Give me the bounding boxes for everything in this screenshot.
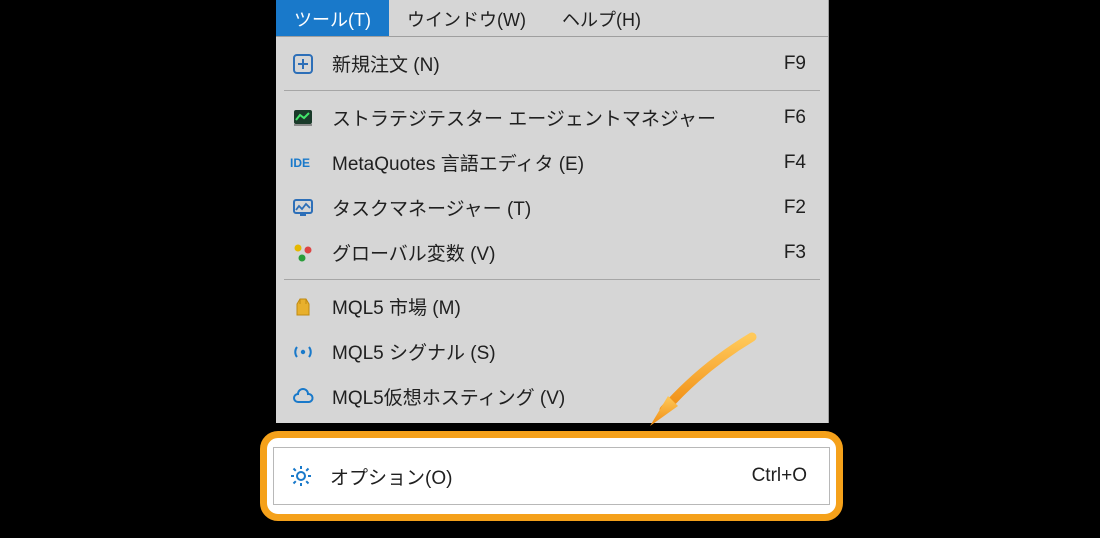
menubar-item-tools[interactable]: ツール(T): [276, 0, 389, 36]
menu-item-label: MQL5 シグナル (S): [332, 338, 758, 365]
menu-item-shortcut: F3: [758, 242, 806, 264]
tools-dropdown: 新規注文 (N) F9 ストラテジテスター エージェントマネジャー F6 IDE…: [276, 37, 828, 423]
menubar-item-window[interactable]: ウインドウ(W): [389, 0, 544, 36]
menu-item-mql5-hosting[interactable]: MQL5仮想ホスティング (V): [276, 374, 828, 419]
menu-item-label: グローバル変数 (V): [332, 239, 758, 266]
menubar: ツール(T) ウインドウ(W) ヘルプ(H): [276, 0, 828, 37]
menubar-label: ウインドウ(W): [407, 10, 526, 30]
cloud-icon: [290, 384, 316, 410]
menubar-label: ヘルプ(H): [562, 10, 641, 30]
menu-item-label: オプション(O): [330, 463, 752, 490]
options-icon: [288, 463, 314, 489]
strategy-tester-icon: [290, 105, 316, 131]
menu-item-options[interactable]: オプション(O) Ctrl+O: [273, 447, 830, 505]
new-order-icon: [290, 51, 316, 77]
ide-icon: IDE: [290, 150, 316, 176]
highlight-frame: オプション(O) Ctrl+O: [260, 431, 843, 521]
global-variables-icon: [290, 240, 316, 266]
menu-separator: [284, 279, 820, 280]
menu-item-metaquotes-editor[interactable]: IDE MetaQuotes 言語エディタ (E) F4: [276, 140, 828, 185]
menu-item-global-variables[interactable]: グローバル変数 (V) F3: [276, 230, 828, 275]
menubar-item-help[interactable]: ヘルプ(H): [544, 0, 659, 36]
task-manager-icon: [290, 195, 316, 221]
tools-menu-window: ツール(T) ウインドウ(W) ヘルプ(H) 新規注文 (N) F9 ストラテジ…: [276, 0, 829, 423]
menu-item-shortcut: Ctrl+O: [752, 465, 807, 487]
menubar-label: ツール(T): [294, 10, 371, 30]
svg-text:IDE: IDE: [290, 156, 310, 170]
menu-separator: [284, 90, 820, 91]
signals-icon: [290, 339, 316, 365]
menu-item-mql5-market[interactable]: MQL5 市場 (M): [276, 284, 828, 329]
menu-item-label: MetaQuotes 言語エディタ (E): [332, 149, 758, 176]
menu-item-label: 新規注文 (N): [332, 50, 758, 77]
menu-item-shortcut: F9: [758, 53, 806, 75]
menu-item-shortcut: F2: [758, 197, 806, 219]
menu-item-shortcut: F4: [758, 152, 806, 174]
menu-item-mql5-signals[interactable]: MQL5 シグナル (S): [276, 329, 828, 374]
menu-item-label: MQL5仮想ホスティング (V): [332, 383, 758, 410]
menu-item-shortcut: F6: [758, 107, 806, 129]
market-icon: [290, 294, 316, 320]
menu-item-task-manager[interactable]: タスクマネージャー (T) F2: [276, 185, 828, 230]
menu-item-new-order[interactable]: 新規注文 (N) F9: [276, 41, 828, 86]
menu-item-strategy-tester[interactable]: ストラテジテスター エージェントマネジャー F6: [276, 95, 828, 140]
menu-item-label: MQL5 市場 (M): [332, 293, 758, 320]
menu-item-label: タスクマネージャー (T): [332, 194, 758, 221]
menu-item-label: ストラテジテスター エージェントマネジャー: [332, 104, 758, 131]
